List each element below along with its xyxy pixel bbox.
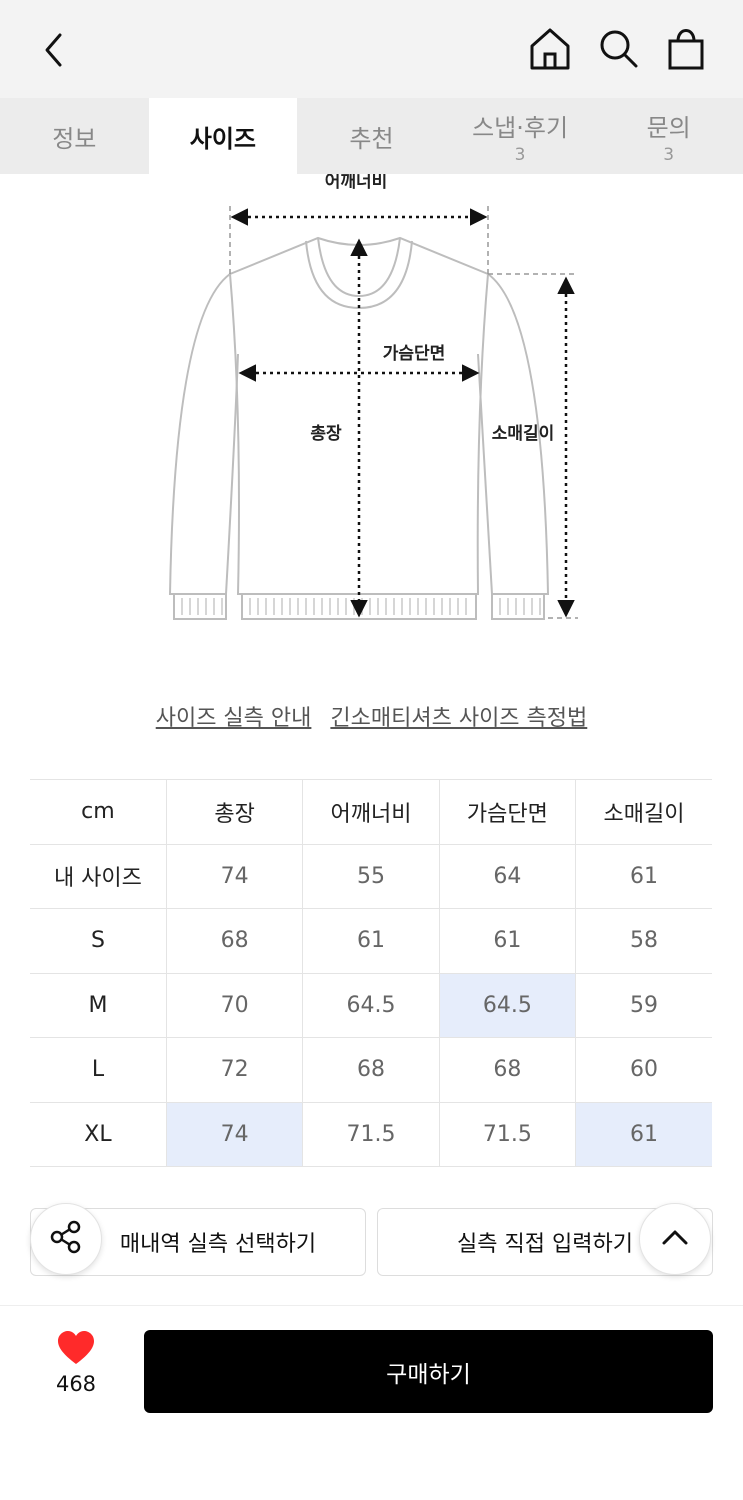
tab-label: 사이즈 [189, 124, 257, 153]
size-label: M [30, 972, 167, 1038]
table-cell: 60 [575, 1037, 712, 1103]
table-row: S 68 61 61 58 [30, 908, 712, 974]
like-button[interactable]: 468 [40, 1330, 112, 1396]
table-header: 총장 [165, 779, 303, 845]
measure-method-link[interactable]: 긴소매티셔츠 사이즈 측정법 [330, 706, 587, 731]
size-label: XL [30, 1101, 167, 1167]
top-bar [0, 0, 743, 98]
direct-input-label: 실측 직접 입력하기 [457, 1232, 633, 1257]
search-icon[interactable] [594, 24, 642, 74]
home-icon[interactable] [526, 24, 574, 74]
size-diagram: 어깨너비 가슴단면 총장 소매길이 [0, 172, 743, 674]
shoulder-label: 어깨너비 [325, 174, 388, 192]
length-label: 총장 [310, 424, 342, 444]
table-cell: 68 [438, 1037, 576, 1103]
tab-label: 추천 [349, 124, 394, 153]
sleeve-label: 소매길이 [492, 424, 555, 444]
table-cell: 59 [575, 972, 712, 1038]
purchase-history-measure-label: 매내역 실측 선택하기 [119, 1232, 317, 1257]
table-cell: 61 [302, 908, 440, 974]
table-cell: 71.5 [438, 1101, 576, 1167]
guide-links: 사이즈 실측 안내 긴소매티셔츠 사이즈 측정법 [0, 700, 743, 732]
table-cell: 74 [165, 843, 303, 909]
ribbing-lines [181, 598, 541, 615]
table-header-row: cm 총장 어깨너비 가슴단면 소매길이 [30, 779, 712, 845]
table-row: XL 74 71.5 71.5 61 [30, 1101, 712, 1167]
table-cell-highlighted: 74 [165, 1101, 303, 1167]
tab-size[interactable]: 사이즈 [148, 98, 298, 174]
divider [0, 1305, 743, 1306]
table-header: 가슴단면 [438, 779, 576, 845]
table-cell: 68 [165, 908, 303, 974]
share-button[interactable] [30, 1203, 102, 1275]
tab-label: 정보 [52, 124, 97, 153]
size-label: L [30, 1037, 167, 1103]
heart-icon [56, 1331, 96, 1370]
tab-recommend[interactable]: 추천 [297, 98, 446, 174]
tab-count: 3 [663, 144, 675, 165]
size-table: cm 총장 어깨너비 가슴단면 소매길이 내 사이즈 74 55 64 61 S… [30, 779, 712, 1167]
tab-label: 스냅·후기 [472, 113, 569, 142]
size-guide-link[interactable]: 사이즈 실측 안내 [156, 706, 312, 731]
size-label: S [30, 908, 167, 974]
tab-info[interactable]: 정보 [0, 98, 149, 174]
like-count: 468 [55, 1372, 97, 1396]
tab-count: 3 [514, 144, 526, 165]
share-icon [47, 1218, 85, 1260]
table-cell: 58 [575, 908, 712, 974]
table-cell: 55 [302, 843, 440, 909]
tab-label: 문의 [646, 113, 691, 142]
tab-snap-review[interactable]: 스냅·후기 3 [446, 98, 595, 174]
table-cell: 70 [165, 972, 303, 1038]
scroll-top-button[interactable] [639, 1203, 711, 1275]
buy-button[interactable]: 구매하기 [144, 1330, 713, 1413]
table-cell-highlighted: 64.5 [438, 972, 576, 1038]
buy-label: 구매하기 [386, 1361, 471, 1388]
table-row: M 70 64.5 64.5 59 [30, 972, 712, 1038]
table-cell: 64.5 [302, 972, 440, 1038]
table-header: 소매길이 [575, 779, 712, 845]
table-cell: 64 [438, 843, 576, 909]
tab-bar: 정보 사이즈 추천 스냅·후기 3 문의 3 [0, 98, 743, 174]
size-label: 내 사이즈 [30, 843, 167, 909]
chevron-left-icon[interactable] [30, 26, 78, 74]
table-cell: 61 [575, 843, 712, 909]
table-cell: 61 [438, 908, 576, 974]
table-header: 어깨너비 [302, 779, 440, 845]
chevron-up-icon [659, 1221, 691, 1257]
table-cell: 71.5 [302, 1101, 440, 1167]
shopping-bag-icon[interactable] [662, 24, 710, 74]
table-cell-highlighted: 61 [575, 1101, 712, 1167]
table-row: L 72 68 68 60 [30, 1037, 712, 1103]
tab-inquiry[interactable]: 문의 3 [594, 98, 743, 174]
chest-label: 가슴단면 [383, 344, 446, 364]
table-header: cm [30, 779, 167, 845]
table-row: 내 사이즈 74 55 64 61 [30, 843, 712, 909]
table-cell: 68 [302, 1037, 440, 1103]
table-cell: 72 [165, 1037, 303, 1103]
